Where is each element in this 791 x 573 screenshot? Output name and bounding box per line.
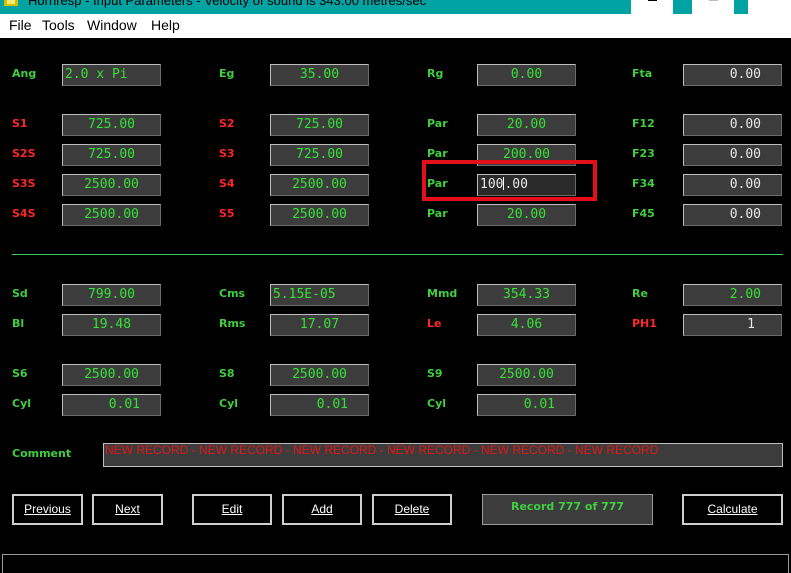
s3s-label: S3S [12, 177, 36, 190]
s4s-label: S4S [12, 207, 36, 220]
bl-field[interactable]: 19.48 [62, 314, 161, 336]
comment-field[interactable]: NEW RECORD - NEW RECORD - NEW RECORD - N… [103, 443, 783, 467]
s6-label: S6 [12, 367, 28, 380]
ang-label: Ang [12, 67, 37, 80]
f45-field[interactable]: 0.00 [683, 204, 782, 226]
f34-field[interactable]: 0.00 [683, 174, 782, 196]
fta-field[interactable]: 0.00 [683, 64, 782, 86]
f23-label: F23 [632, 147, 655, 160]
s9-label: S9 [427, 367, 443, 380]
s5-field[interactable]: 2500.00 [270, 204, 369, 226]
cms-label: Cms [219, 287, 246, 300]
comment-label: Comment [12, 447, 72, 460]
title-bar: Hornresp - Input Parameters - Velocity o… [0, 0, 791, 14]
delete-button[interactable]: Delete [372, 494, 452, 525]
s4-field[interactable]: 2500.00 [270, 174, 369, 196]
par-label-2: Par [427, 147, 448, 160]
app-icon [4, 0, 18, 6]
le-field[interactable]: 4.06 [477, 314, 576, 336]
fta-label: Fta [632, 67, 653, 80]
ph1-field[interactable]: 1 [683, 314, 782, 336]
edit-button[interactable]: Edit [192, 494, 272, 525]
s3-label: S3 [219, 147, 235, 160]
mmd-field[interactable]: 354.33 [477, 284, 576, 306]
sd-field[interactable]: 799.00 [62, 284, 161, 306]
par-field-4[interactable]: 20.00 [477, 204, 576, 226]
s8-field[interactable]: 2500.00 [270, 364, 369, 386]
cyl-field-2[interactable]: 0.01 [270, 394, 369, 416]
f12-field[interactable]: 0.00 [683, 114, 782, 136]
cyl-label-2: Cyl [219, 397, 239, 410]
ph1-label: PH1 [632, 317, 657, 330]
s3s-field[interactable]: 2500.00 [62, 174, 161, 196]
s8-label: S8 [219, 367, 235, 380]
sd-label: Sd [12, 287, 28, 300]
re-label: Re [632, 287, 648, 300]
s6-field[interactable]: 2500.00 [62, 364, 161, 386]
eg-label: Eg [219, 67, 235, 80]
record-counter: Record 777 of 777 [482, 494, 653, 525]
rms-field[interactable]: 17.07 [270, 314, 369, 336]
s4-label: S4 [219, 177, 235, 190]
s2-field[interactable]: 725.00 [270, 114, 369, 136]
calculate-button[interactable]: Calculate [682, 494, 783, 525]
cyl-field-1[interactable]: 0.01 [62, 394, 161, 416]
s2-label: S2 [219, 117, 235, 130]
rg-label: Rg [427, 67, 444, 80]
menu-window[interactable]: Window [87, 17, 137, 33]
f45-label: F45 [632, 207, 655, 220]
s1-field[interactable]: 725.00 [62, 114, 161, 136]
menu-help[interactable]: Help [151, 17, 180, 33]
menu-tools[interactable]: Tools [42, 17, 75, 33]
s5-label: S5 [219, 207, 235, 220]
menu-file[interactable]: File [9, 17, 32, 33]
window-title: Hornresp - Input Parameters - Velocity o… [28, 0, 427, 8]
rg-field[interactable]: 0.00 [477, 64, 576, 86]
cyl-label-3: Cyl [427, 397, 447, 410]
cyl-label-1: Cyl [12, 397, 32, 410]
minimize-button[interactable] [631, 0, 673, 14]
next-button[interactable]: Next [92, 494, 163, 525]
add-button[interactable]: Add [282, 494, 362, 525]
f12-label: F12 [632, 117, 655, 130]
cyl-field-3[interactable]: 0.01 [477, 394, 576, 416]
s3-field[interactable]: 725.00 [270, 144, 369, 166]
s4s-field[interactable]: 2500.00 [62, 204, 161, 226]
par-label-4: Par [427, 207, 448, 220]
par-field-1[interactable]: 20.00 [477, 114, 576, 136]
status-bar [2, 554, 789, 573]
maximize-button[interactable] [692, 0, 734, 14]
menu-bar: File Tools Window Help [0, 14, 791, 38]
s2s-label: S2S [12, 147, 36, 160]
mmd-label: Mmd [427, 287, 458, 300]
minimize-icon [648, 0, 657, 1]
rms-label: Rms [219, 317, 246, 330]
s2s-field[interactable]: 725.00 [62, 144, 161, 166]
ang-field[interactable]: 2.0 x Pi [62, 64, 161, 86]
eg-field[interactable]: 35.00 [270, 64, 369, 86]
cms-field[interactable]: 5.15E-05 [270, 284, 369, 306]
le-label: Le [427, 317, 442, 330]
maximize-icon [709, 0, 718, 1]
previous-button[interactable]: Previous [12, 494, 83, 525]
annotation-highlight-box [422, 160, 597, 201]
s9-field[interactable]: 2500.00 [477, 364, 576, 386]
re-field[interactable]: 2.00 [683, 284, 782, 306]
section-divider [12, 254, 783, 255]
f34-label: F34 [632, 177, 655, 190]
par-label-1: Par [427, 117, 448, 130]
close-button[interactable] [748, 0, 791, 14]
input-parameters-panel: Ang 2.0 x Pi Eg 35.00 Rg 0.00 Fta 0.00 S… [0, 38, 791, 573]
f23-field[interactable]: 0.00 [683, 144, 782, 166]
bl-label: Bl [12, 317, 25, 330]
s1-label: S1 [12, 117, 28, 130]
